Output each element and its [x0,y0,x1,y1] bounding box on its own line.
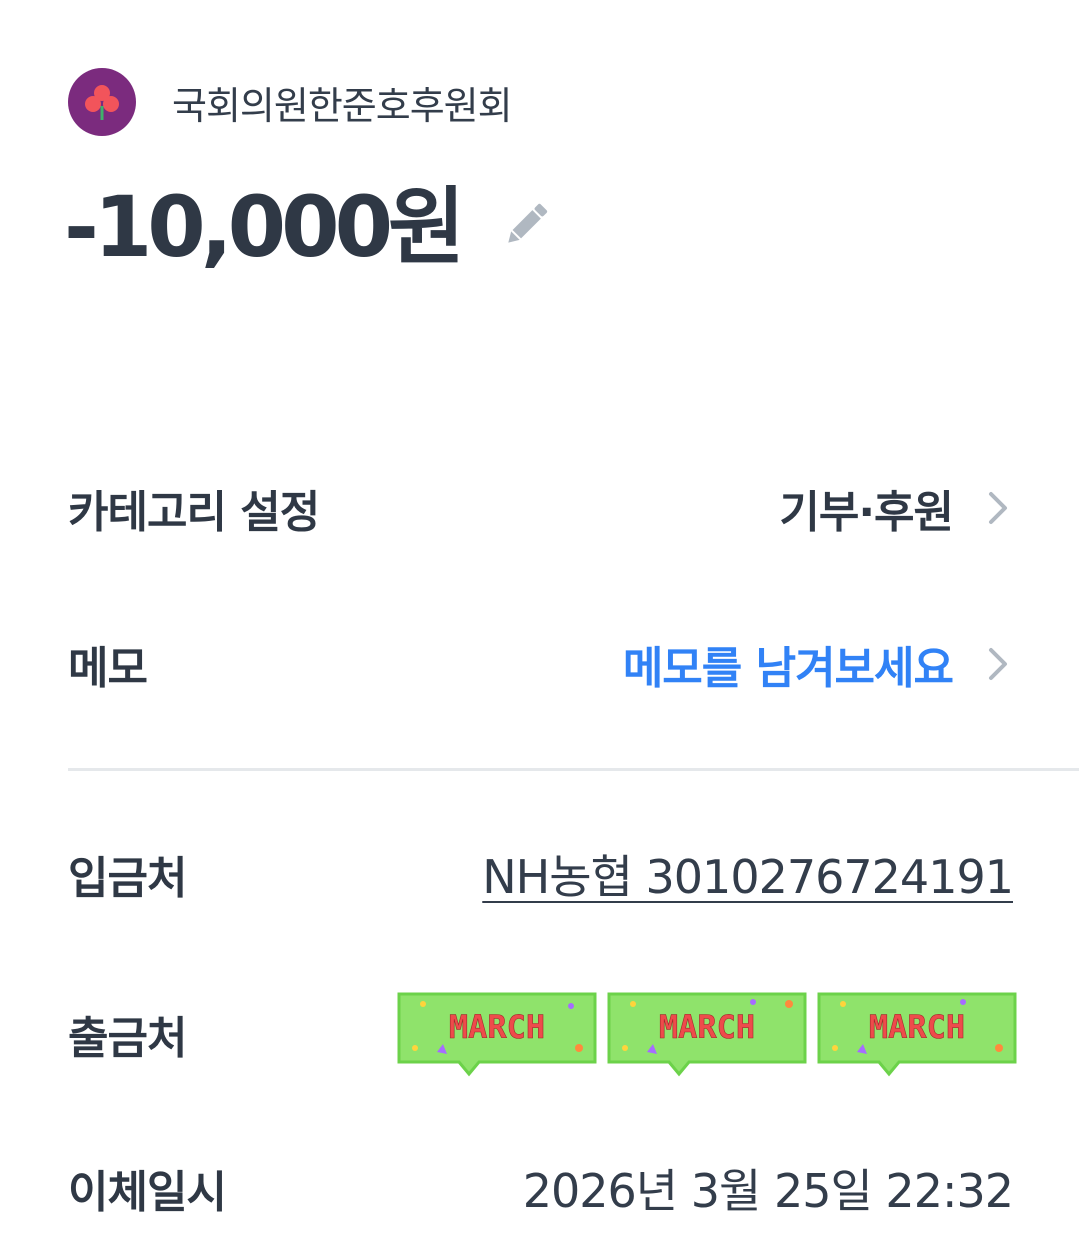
memo-label: 메모 [68,643,148,694]
amount-row: -10,000원 [64,160,556,281]
deposit-account-link[interactable]: NH농협 3010276724191 [482,841,1014,907]
deposit-row: 입금처 NH농협 3010276724191 [68,841,1014,907]
transaction-amount: -10,000원 [64,178,465,276]
section-divider [68,768,1079,771]
chevron-right-icon [983,644,1013,684]
march-sticker: MARCH [393,990,601,1078]
category-label: 카테고리 설정 [68,487,320,538]
category-row[interactable]: 카테고리 설정 기부·후원 [68,478,1013,538]
clover-flower-icon [85,85,119,120]
sticker-text: MARCH [869,1008,965,1046]
transfer-date-label: 이체일시 [68,1167,227,1218]
memo-row[interactable]: 메모 메모를 남겨보세요 [68,634,1013,694]
transfer-date-value: 2026년 3월 25일 22:32 [522,1164,1014,1218]
transfer-date-row: 이체일시 2026년 3월 25일 22:32 [68,1158,1014,1218]
recipient-name: 국회의원한준호후원회 [172,83,513,128]
avatar [68,68,136,136]
pencil-icon [508,203,548,243]
sticker-group: MARCH MARCH MARCH [391,990,1021,1078]
memo-placeholder: 메모를 남겨보세요 [622,643,954,694]
category-value: 기부·후원 [779,487,954,538]
sticker-text: MARCH [449,1008,545,1046]
edit-amount-button[interactable] [496,195,556,255]
sticker-text: MARCH [659,1008,755,1046]
withdraw-row: 출금처 MARCH MARCH MARCH [68,986,1017,1082]
march-sticker: MARCH [813,990,1021,1078]
deposit-label: 입금처 [68,853,187,904]
march-sticker: MARCH [603,990,811,1078]
withdraw-label: 출금처 [68,1013,187,1064]
recipient-header: 국회의원한준호후원회 [68,68,513,136]
chevron-right-icon [983,488,1013,528]
